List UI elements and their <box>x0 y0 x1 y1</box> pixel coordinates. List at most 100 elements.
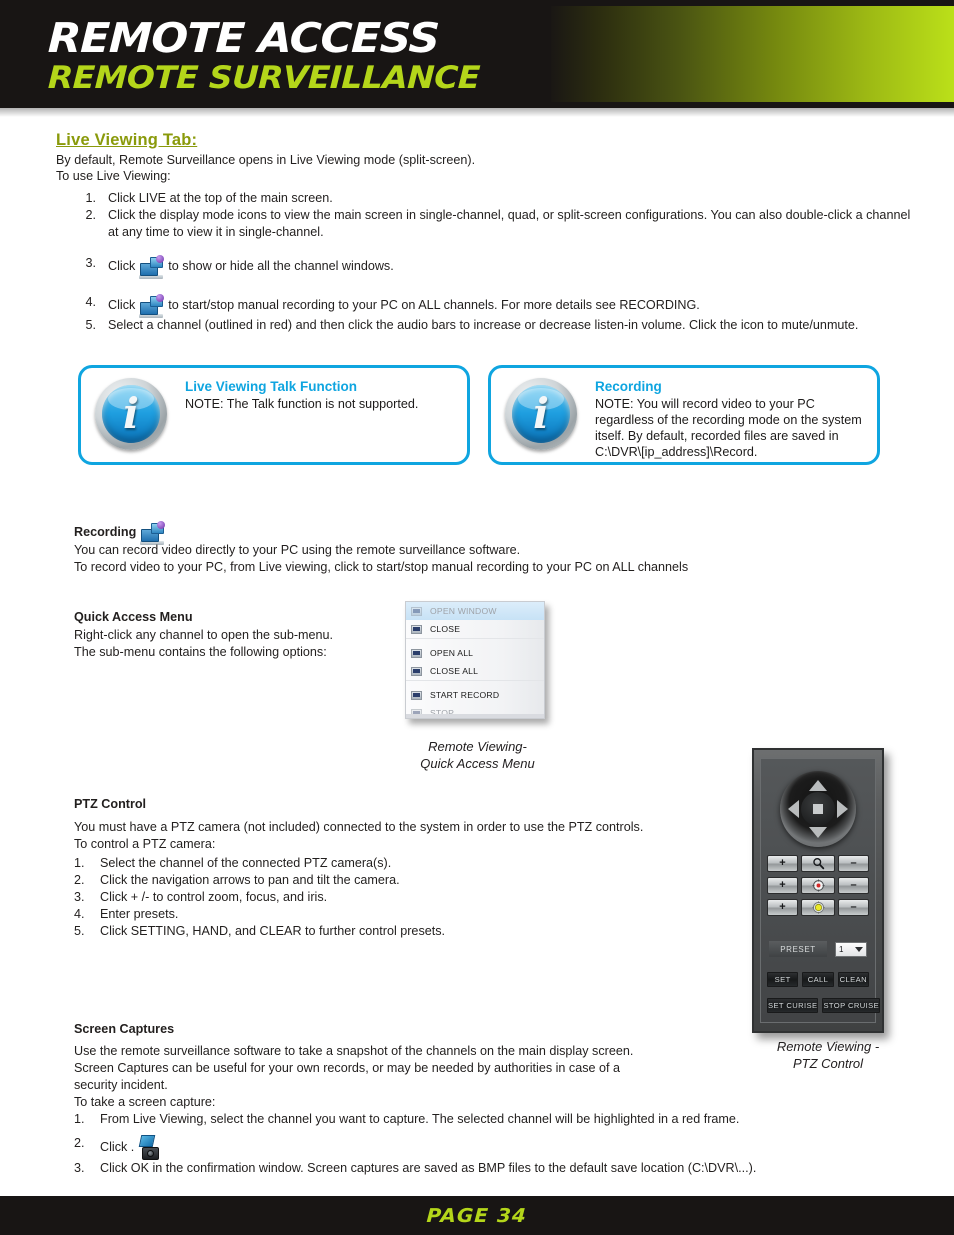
capture-step-3-text: Click OK in the confirmation window. Scr… <box>100 1161 757 1175</box>
focus-plus-button[interactable]: + <box>767 877 798 894</box>
ptz-caption-line-2: PTZ Control <box>792 1056 864 1071</box>
screen-captures-para-1: Use the remote surveillance software to … <box>74 1044 634 1058</box>
ptz-step-1: 1. Select the channel of the connected P… <box>74 855 714 872</box>
window-icon <box>411 666 422 676</box>
ptz-caption-line-1: Remote Viewing - <box>776 1039 880 1054</box>
live-step-2-number: 2. <box>85 208 96 222</box>
info-box-recording-body: NOTE: You will record video to your PC r… <box>595 397 862 459</box>
ptz-step-2: 2. Click the navigation arrows to pan an… <box>74 872 714 889</box>
chevron-down-icon <box>855 946 863 952</box>
menu-item-close-all[interactable]: CLOSE ALL <box>406 662 544 680</box>
recording-heading-label: Recording <box>74 525 137 539</box>
quick-access-caption-line-2: Quick Access Menu <box>420 756 535 771</box>
ptz-step-3-number: 3. <box>74 890 85 904</box>
set-button[interactable]: SET <box>767 972 799 987</box>
stop-center-icon[interactable] <box>801 792 835 826</box>
window-icon <box>411 606 422 616</box>
menu-item-open-all-label: OPEN ALL <box>430 648 474 658</box>
zoom-minus-button[interactable]: – <box>838 855 869 872</box>
menu-item-open-window[interactable]: OPEN WINDOW <box>406 602 544 620</box>
ptz-zoom-row: + – <box>767 855 869 872</box>
arrow-down-icon[interactable] <box>809 827 827 838</box>
stop-cruise-button[interactable]: STOP CRUISE <box>822 998 881 1013</box>
page-header: REMOTE ACCESS REMOTE SURVEILLANCE <box>0 0 954 108</box>
menu-item-close-all-label: CLOSE ALL <box>430 666 479 676</box>
info-icon: i <box>505 378 577 450</box>
live-step-2: 2. Click the display mode icons to view … <box>70 207 918 240</box>
live-step-4-number: 4. <box>85 295 96 309</box>
ptz-step-4: 4. Enter presets. <box>74 906 714 923</box>
show-hide-channels-icon[interactable] <box>138 255 165 279</box>
arrow-up-icon[interactable] <box>809 780 827 791</box>
iris-plus-button[interactable]: + <box>767 899 798 916</box>
header-gradient-bar <box>551 6 954 102</box>
call-button[interactable]: CALL <box>802 972 834 987</box>
ptz-adjust-rows: + – + – + – <box>767 855 869 921</box>
recording-line-2: To record video to your PC, from Live vi… <box>74 560 689 574</box>
ptz-preset-buttons: SET CALL CLEAN <box>767 972 869 987</box>
ptz-heading: PTZ Control <box>74 797 147 811</box>
live-viewing-intro-1: By default, Remote Surveillance opens in… <box>56 153 476 167</box>
focus-minus-button[interactable]: – <box>838 877 869 894</box>
info-box-talk-function: i Live Viewing Talk Function NOTE: The T… <box>78 365 470 465</box>
info-box-recording-title: Recording <box>595 379 662 394</box>
arrow-left-icon[interactable] <box>788 800 799 818</box>
snapshot-camera-icon[interactable] <box>138 1135 164 1161</box>
ptz-focus-row: + – <box>767 877 869 894</box>
menu-item-start-record[interactable]: START RECORD <box>406 686 544 704</box>
quick-access-line-1: Right-click any channel to open the sub-… <box>74 628 334 642</box>
capture-step-2-pre: Click . <box>100 1140 135 1154</box>
menu-item-open-window-label: OPEN WINDOW <box>430 606 497 616</box>
ptz-line-1: You must have a PTZ camera (not included… <box>74 820 644 834</box>
ptz-cruise-buttons: SET CURISE STOP CRUISE <box>767 998 881 1013</box>
quick-access-caption-line-1: Remote Viewing- <box>428 739 527 754</box>
arrow-right-icon[interactable] <box>837 800 848 818</box>
info-box-talk-title: Live Viewing Talk Function <box>185 379 358 394</box>
quick-access-heading: Quick Access Menu <box>74 610 193 624</box>
preset-select-value: 1 <box>839 944 844 954</box>
capture-step-3: 3. Click OK in the confirmation window. … <box>74 1160 904 1177</box>
page-footer: PAGE 34 <box>0 1196 954 1235</box>
ptz-step-2-text: Click the navigation arrows to pan and t… <box>100 873 400 887</box>
focus-target-icon[interactable] <box>801 877 835 894</box>
page-subtitle: REMOTE SURVEILLANCE <box>47 60 481 96</box>
live-step-1-number: 1. <box>85 191 96 205</box>
ptz-iris-row: + – <box>767 899 869 916</box>
page-title: REMOTE ACCESS <box>47 14 440 62</box>
manual-page: REMOTE ACCESS REMOTE SURVEILLANCE Live V… <box>0 0 954 1235</box>
set-cruise-button[interactable]: SET CURISE <box>767 998 819 1013</box>
menu-item-close[interactable]: CLOSE <box>406 620 544 638</box>
zoom-magnifier-icon[interactable] <box>801 855 835 872</box>
quick-access-caption: Remote Viewing- Quick Access Menu <box>400 738 555 772</box>
menu-item-close-label: CLOSE <box>430 624 461 634</box>
ptz-preset-row: PRESET 1 <box>769 941 867 957</box>
live-step-5: 5. Select a channel (outlined in red) an… <box>70 317 918 334</box>
menu-item-stop[interactable]: STOP <box>406 704 544 722</box>
window-icon <box>411 624 422 634</box>
iris-lamp-icon[interactable] <box>801 899 835 916</box>
window-icon <box>411 648 422 658</box>
manual-record-icon[interactable] <box>138 294 165 318</box>
ptz-dpad[interactable] <box>780 771 856 847</box>
menu-footer-strip <box>406 714 544 718</box>
ptz-step-3-text: Click + /- to control zoom, focus, and i… <box>100 890 328 904</box>
screen-captures-para-2: Screen Captures can be useful for your o… <box>74 1061 621 1075</box>
info-icon-glyph: i <box>123 389 139 438</box>
live-step-1-text: Click LIVE at the top of the main screen… <box>108 191 333 205</box>
live-viewing-heading: Live Viewing Tab: <box>56 131 198 149</box>
live-step-3: 3. Click to show or hide all the channel… <box>70 255 910 279</box>
zoom-plus-button[interactable]: + <box>767 855 798 872</box>
ptz-caption: Remote Viewing - PTZ Control <box>748 1038 908 1072</box>
ptz-step-2-number: 2. <box>74 873 85 887</box>
ptz-step-4-number: 4. <box>74 907 85 921</box>
clean-button[interactable]: CLEAN <box>837 972 869 987</box>
ptz-step-4-text: Enter presets. <box>100 907 179 921</box>
capture-step-1: 1. From Live Viewing, select the channel… <box>74 1111 904 1128</box>
live-step-3-number: 3. <box>85 256 96 270</box>
iris-minus-button[interactable]: – <box>838 899 869 916</box>
live-step-5-text: Select a channel (outlined in red) and t… <box>108 318 859 332</box>
preset-label: PRESET <box>769 941 827 957</box>
preset-select[interactable]: 1 <box>835 941 867 957</box>
menu-item-open-all[interactable]: OPEN ALL <box>406 644 544 662</box>
screen-captures-heading: Screen Captures <box>74 1022 175 1036</box>
